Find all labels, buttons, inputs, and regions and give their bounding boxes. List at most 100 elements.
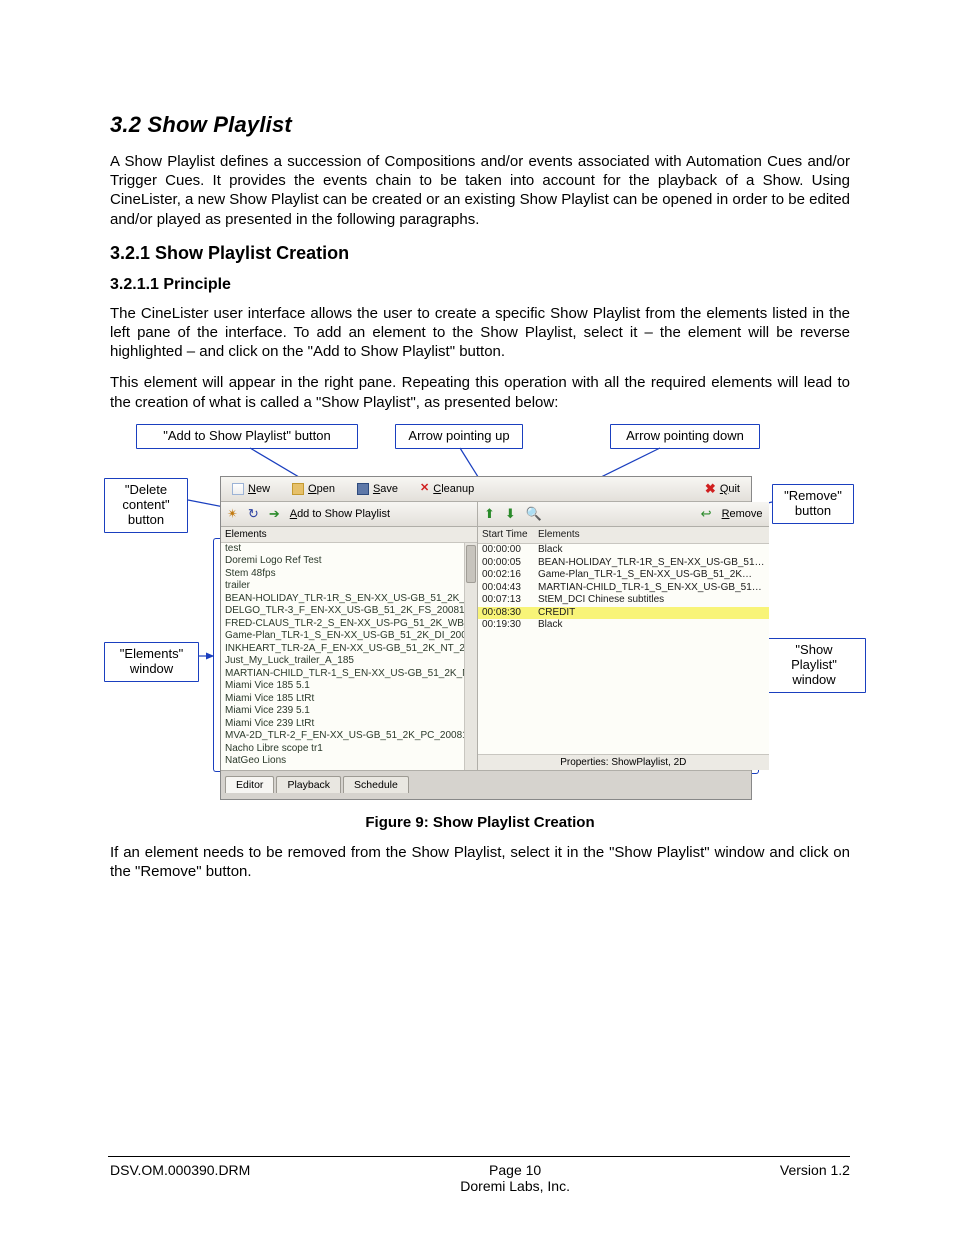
callout-elements-window: "Elements" window [104,642,199,682]
row-time: 00:07:13 [482,594,538,607]
tab-playback[interactable]: Playback [276,776,341,793]
tab-schedule[interactable]: Schedule [343,776,409,793]
list-item[interactable]: MVA-2D_TLR-2_F_EN-XX_US-GB_51_2K_PC_2008… [221,730,477,743]
remove-button[interactable]: Remove [722,508,763,520]
cinelister-window: New Open Save ✕ Cleanup ✖ Quit ✴ ↻ ➔ Add t… [220,476,752,800]
quit-icon: ✖ [705,483,716,495]
list-item[interactable]: DELGO_TLR-3_F_EN-XX_US-GB_51_2K_FS_20081… [221,605,477,618]
save-button[interactable]: Save [352,482,403,496]
callout-arrow-up: Arrow pointing up [395,424,523,449]
show-playlist-list[interactable]: Start Time Elements 00:00:00Black00:00:0… [478,527,769,754]
add-to-playlist-button[interactable]: Add to Show Playlist [290,508,390,520]
list-item[interactable]: Miami Vice 185 LtRt [221,693,477,706]
tab-strip: Editor Playback Schedule [221,770,751,793]
refresh-icon[interactable]: ↻ [248,506,259,522]
footer-rule [108,1156,850,1157]
right-list-header: Start Time Elements [478,527,769,545]
document-icon [232,483,244,495]
list-item[interactable]: Miami Vice 239 5.1 [221,705,477,718]
row-element: MARTIAN-CHILD_TLR-1_S_EN-XX_US-GB_51… [538,582,762,595]
scroll-thumb[interactable] [466,545,476,583]
list-item[interactable]: MARTIAN-CHILD_TLR-1_S_EN-XX_US-GB_51_2K_… [221,668,477,681]
playlist-row[interactable]: 00:02:16Game-Plan_TLR-1_S_EN-XX_US-GB_51… [478,569,769,582]
list-item[interactable]: trailer [221,580,477,593]
figure-9-diagram: "Add to Show Playlist" button Arrow poin… [100,424,860,804]
callout-add-button: "Add to Show Playlist" button [136,424,358,449]
floppy-icon [357,483,369,495]
row-time: 00:00:05 [482,557,538,570]
list-item[interactable]: Just_My_Luck_trailer_A_185 [221,655,477,668]
arrow-down-icon[interactable]: ⬇ [505,506,516,522]
arrow-up-icon[interactable]: ⬆ [484,506,495,522]
list-item[interactable]: test [221,543,477,556]
row-time: 00:04:43 [482,582,538,595]
row-time: 00:02:16 [482,569,538,582]
list-item[interactable]: Stem 48fps [221,568,477,581]
list-item[interactable]: Nacho Libre scope tr1 [221,743,477,756]
playlist-row[interactable]: 00:08:30CREDIT [478,607,769,620]
row-element: Black [538,619,562,632]
elements-list[interactable]: testDoremi Logo Ref TestStem 48fpstraile… [221,543,477,770]
left-header-label: Elements [225,529,267,540]
tab-editor[interactable]: Editor [225,776,274,793]
properties-bar: Properties: ShowPlaylist, 2D [478,754,769,770]
list-item[interactable]: FRED-CLAUS_TLR-2_S_EN-XX_US-PG_51_2K_WB_… [221,618,477,631]
paragraph-principle-2: This element will appear in the right pa… [110,373,850,411]
row-element: Black [538,544,562,557]
list-item[interactable]: Doremi Logo Ref Test [221,555,477,568]
playlist-row[interactable]: 00:19:30Black [478,619,769,632]
x-red-icon: ✕ [420,483,429,494]
scrollbar[interactable] [464,543,477,770]
row-time: 00:08:30 [482,607,538,620]
row-time: 00:19:30 [482,619,538,632]
toolbar-right: ⬆ ⬇ 🔍 ↩ Remove [478,502,769,527]
quit-button[interactable]: ✖ Quit [700,482,745,496]
col-start-time: Start Time [482,529,538,542]
paragraph-intro: A Show Playlist defines a succession of … [110,152,850,229]
figure-caption: Figure 9: Show Playlist Creation [110,814,850,831]
magnify-icon[interactable]: 🔍 [526,506,542,522]
row-element: CREDIT [538,607,575,620]
left-pane: ✴ ↻ ➔ Add to Show Playlist Elements test… [221,502,478,770]
list-item[interactable]: INKHEART_TLR-2A_F_EN-XX_US-GB_51_2K_NT_2… [221,643,477,656]
page-footer: DSV.OM.000390.DRM Page 10 Doremi Labs, I… [110,1162,850,1194]
toolbar-left: ✴ ↻ ➔ Add to Show Playlist [221,502,477,527]
list-item[interactable]: Miami Vice 185 5.1 [221,680,477,693]
folder-open-icon [292,483,304,495]
heading-3-2-1: 3.2.1 Show Playlist Creation [110,243,850,264]
row-element: BEAN-HOLIDAY_TLR-1R_S_EN-XX_US-GB_51… [538,557,765,570]
footer-right: Version 1.2 [780,1162,850,1194]
list-item[interactable]: Game-Plan_TLR-1_S_EN-XX_US-GB_51_2K_DI_2… [221,630,477,643]
playlist-row[interactable]: 00:04:43MARTIAN-CHILD_TLR-1_S_EN-XX_US-G… [478,582,769,595]
open-label: Open [308,483,335,495]
footer-center: Page 10 Doremi Labs, Inc. [460,1162,570,1194]
playlist-row[interactable]: 00:00:05BEAN-HOLIDAY_TLR-1R_S_EN-XX_US-G… [478,557,769,570]
paragraph-after-figure: If an element needs to be removed from t… [110,843,850,881]
heading-3-2: 3.2 Show Playlist [110,112,850,138]
new-button[interactable]: New [227,482,275,496]
toolbar-main: New Open Save ✕ Cleanup ✖ Quit [221,477,751,502]
cleanup-button[interactable]: ✕ Cleanup [415,482,479,496]
remove-arrow-icon: ↩ [701,506,712,522]
save-label: Save [373,483,398,495]
playlist-row[interactable]: 00:07:13StEM_DCI Chinese subtitles [478,594,769,607]
callout-arrow-down: Arrow pointing down [610,424,760,449]
list-item[interactable]: Miami Vice 239 LtRt [221,718,477,731]
footer-company: Doremi Labs, Inc. [460,1178,570,1194]
quit-label: Quit [720,483,740,495]
row-time: 00:00:00 [482,544,538,557]
col-elements: Elements [538,529,580,542]
list-item[interactable]: NatGeo Lions [221,755,477,768]
open-button[interactable]: Open [287,482,340,496]
paragraph-principle-1: The CineLister user interface allows the… [110,304,850,362]
footer-left: DSV.OM.000390.DRM [110,1162,250,1194]
playlist-row[interactable]: 00:00:00Black [478,544,769,557]
callout-remove: "Remove" button [772,484,854,524]
cleanup-label: Cleanup [433,483,474,495]
new-label: New [248,483,270,495]
delete-content-icon[interactable]: ✴ [227,506,238,522]
row-element: StEM_DCI Chinese subtitles [538,594,664,607]
arrow-right-icon[interactable]: ➔ [269,506,280,522]
left-list-header: Elements [221,527,477,543]
list-item[interactable]: BEAN-HOLIDAY_TLR-1R_S_EN-XX_US-GB_51_2K_… [221,593,477,606]
